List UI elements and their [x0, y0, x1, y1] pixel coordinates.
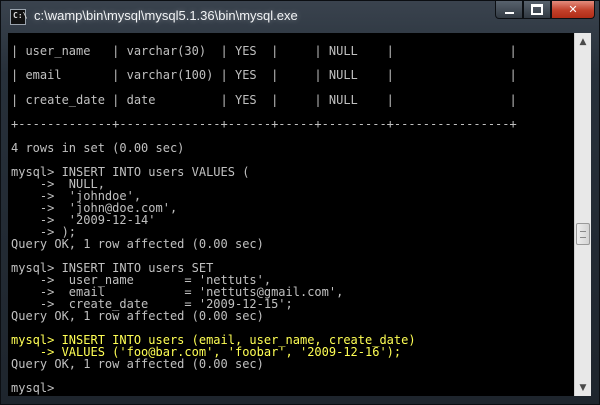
query-ok-status: Query OK, 1 row affected (0.00 sec) [11, 237, 264, 251]
table-row-create-date: | create_date | date | YES | | NULL | | [11, 93, 517, 107]
query-ok-status: Query OK, 1 row affected (0.00 sec) [11, 357, 264, 371]
table-border: +-------------+--------------+------+---… [11, 117, 517, 131]
rows-in-set-status: 4 rows in set (0.00 sec) [11, 141, 185, 155]
minimize-button[interactable] [495, 1, 523, 19]
window-title: c:\wamp\bin\mysql\mysql5.1.36\bin\mysql.… [34, 8, 298, 23]
close-icon: ✕ [568, 3, 578, 16]
console-window: C:\ c:\wamp\bin\mysql\mysql5.1.36\bin\my… [0, 0, 600, 405]
minimize-icon [504, 11, 514, 14]
title-bar[interactable]: C:\ c:\wamp\bin\mysql\mysql5.1.36\bin\my… [1, 1, 599, 33]
window-controls: ✕ [495, 1, 595, 21]
maximize-icon [531, 4, 543, 15]
mysql-prompt[interactable]: mysql> [11, 382, 54, 394]
scroll-down-arrow-icon[interactable]: ▼ [575, 379, 591, 396]
table-row-user-name: | user_name | varchar(30) | YES | | NULL… [11, 44, 517, 58]
maximize-button[interactable] [523, 1, 551, 19]
table-row-email: | email | varchar(100) | YES | | NULL | … [11, 68, 517, 82]
close-button[interactable]: ✕ [551, 1, 595, 19]
query-ok-status: Query OK, 1 row affected (0.00 sec) [11, 309, 264, 323]
console-output[interactable]: | user_name | varchar(30) | YES | | NULL… [8, 33, 574, 396]
vertical-scrollbar[interactable]: ▲ ▼ [574, 33, 591, 396]
scrollbar-thumb[interactable] [576, 223, 590, 245]
console-app-icon[interactable]: C:\ [10, 9, 27, 25]
scroll-up-arrow-icon[interactable]: ▲ [575, 33, 591, 50]
